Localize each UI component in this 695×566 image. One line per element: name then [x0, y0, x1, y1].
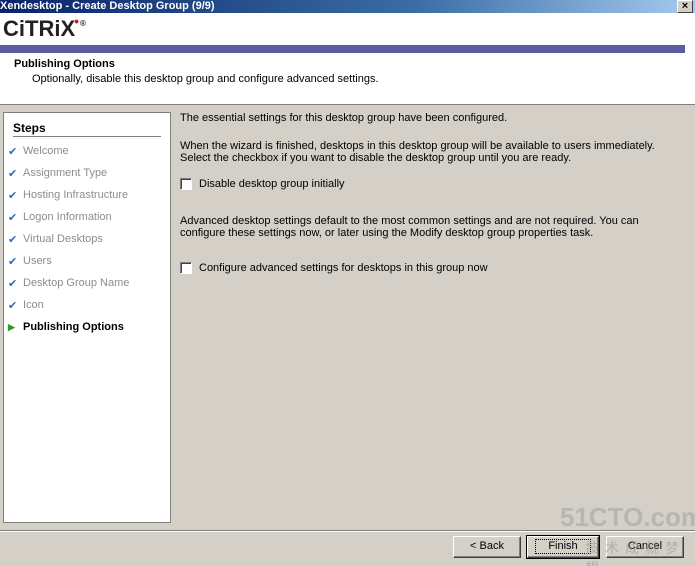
watermark-logo: 51CTO.com	[560, 502, 695, 532]
advanced-settings-checkbox[interactable]	[180, 262, 192, 274]
window-titlebar: Xendesktop - Create Desktop Group (9/9) …	[0, 0, 695, 13]
check-icon: ✔	[8, 255, 18, 268]
back-button[interactable]: < Back	[453, 536, 521, 558]
step-label: Users	[23, 255, 52, 267]
close-button[interactable]: ×	[677, 0, 693, 13]
step-label: Publishing Options	[23, 321, 124, 333]
step-virtual-desktops: ✔ Virtual Desktops	[8, 231, 103, 247]
accent-bar	[0, 45, 685, 53]
citrix-logo: CiTRiX•®	[3, 13, 86, 41]
check-icon: ✔	[8, 233, 18, 246]
step-label: Icon	[23, 299, 44, 311]
watermark-tagline: 技术成就梦想	[585, 540, 685, 566]
disable-group-option[interactable]: Disable desktop group initially	[180, 178, 345, 190]
step-hosting-infrastructure: ✔ Hosting Infrastructure	[8, 187, 128, 203]
configured-text: The essential settings for this desktop …	[180, 112, 508, 124]
wizard-header: CiTRiX•® Publishing Options Optionally, …	[0, 13, 695, 105]
step-label: Hosting Infrastructure	[23, 189, 129, 201]
step-icon: ✔ Icon	[8, 297, 44, 313]
step-label: Assignment Type	[23, 167, 108, 179]
step-label: Desktop Group Name	[23, 277, 130, 289]
step-publishing-options: ▶ Publishing Options	[8, 319, 124, 335]
step-assignment-type: ✔ Assignment Type	[8, 165, 107, 181]
step-label: Logon Information	[23, 211, 112, 223]
page-title: Publishing Options	[14, 58, 115, 70]
logo-dot-icon: •	[74, 13, 80, 29]
advanced-settings-label[interactable]: Configure advanced settings for desktops…	[199, 262, 488, 274]
steps-divider	[13, 136, 161, 137]
advanced-settings-option[interactable]: Configure advanced settings for desktops…	[180, 262, 488, 274]
step-users: ✔ Users	[8, 253, 52, 269]
disable-group-checkbox[interactable]	[180, 178, 192, 190]
check-icon: ✔	[8, 277, 18, 290]
step-label: Welcome	[23, 145, 69, 157]
disable-group-label[interactable]: Disable desktop group initially	[199, 178, 345, 190]
steps-heading: Steps	[13, 121, 46, 135]
step-logon-information: ✔ Logon Information	[8, 209, 112, 225]
page-subtitle: Optionally, disable this desktop group a…	[32, 73, 379, 85]
close-icon: ×	[681, 0, 689, 12]
step-label: Virtual Desktops	[23, 233, 103, 245]
info-line-2: Select the checkbox if you want to disab…	[180, 152, 572, 164]
check-icon: ✔	[8, 167, 18, 180]
step-welcome: ✔ Welcome	[8, 143, 69, 159]
window-title: Xendesktop - Create Desktop Group (9/9)	[0, 0, 215, 12]
check-icon: ✔	[8, 145, 18, 158]
check-icon: ✔	[8, 189, 18, 202]
advanced-line-1: Advanced desktop settings default to the…	[180, 215, 639, 227]
check-icon: ✔	[8, 299, 18, 312]
check-icon: ✔	[8, 211, 18, 224]
step-desktop-group-name: ✔ Desktop Group Name	[8, 275, 129, 291]
advanced-line-2: configure these settings now, or later u…	[180, 227, 594, 239]
info-line-1: When the wizard is finished, desktops in…	[180, 140, 655, 152]
arrow-right-icon: ▶	[8, 321, 15, 332]
steps-panel: Steps ✔ Welcome ✔ Assignment Type ✔ Host…	[3, 112, 171, 523]
